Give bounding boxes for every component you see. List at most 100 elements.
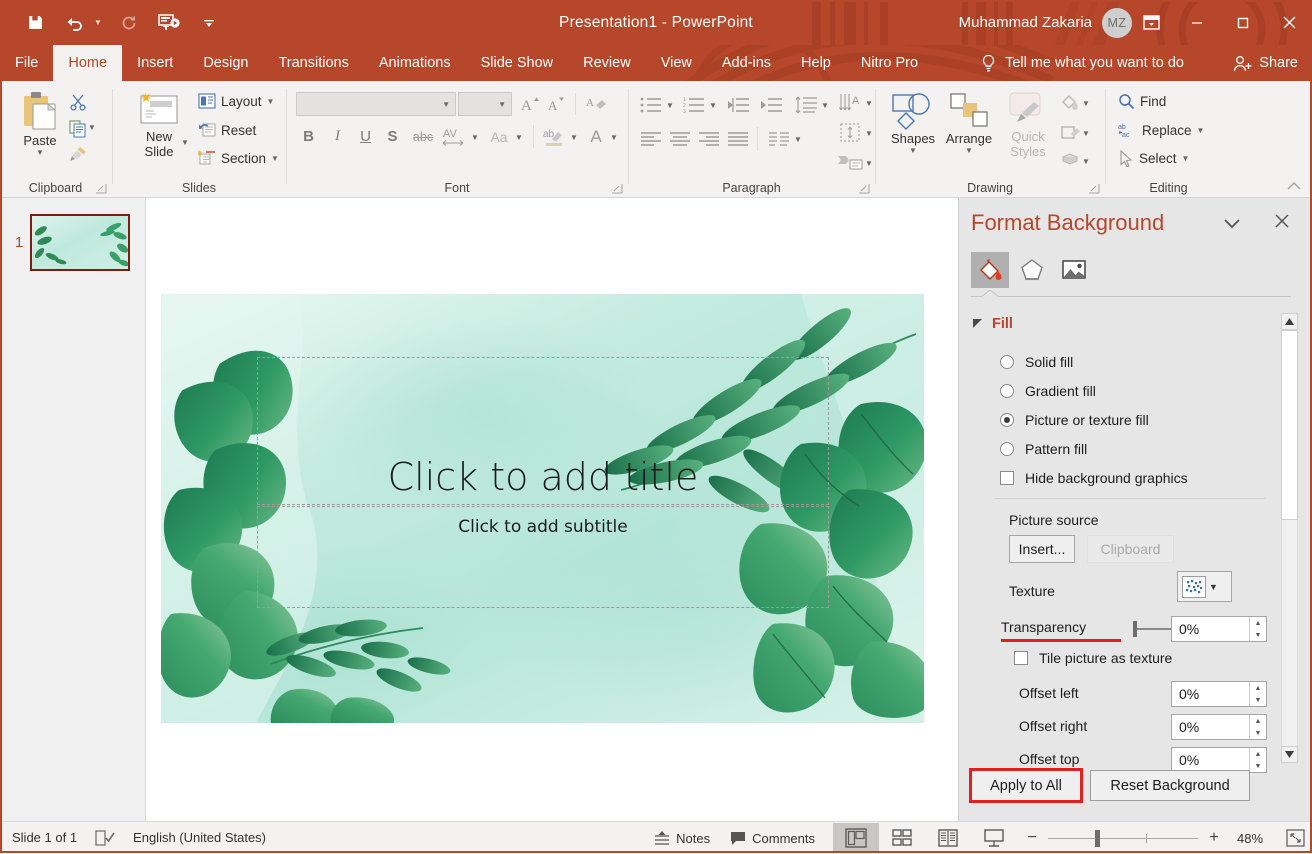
numbering-button[interactable]: 1 2 3	[680, 93, 708, 117]
font-dialog-launcher[interactable]	[611, 182, 623, 194]
picture-or-texture-fill-option[interactable]: Picture or texture fill	[1000, 412, 1149, 428]
zoom-slider[interactable]: − + 48%	[1017, 829, 1278, 847]
zoom-level-label[interactable]: 48%	[1230, 831, 1270, 846]
tab-design[interactable]: Design	[188, 45, 263, 81]
share-button[interactable]: Share	[1233, 45, 1298, 81]
tab-help[interactable]: Help	[786, 45, 846, 81]
solid-fill-option[interactable]: Solid fill	[1000, 354, 1073, 370]
change-case-button[interactable]: Aa	[484, 124, 514, 149]
zoom-slider-track[interactable]	[1048, 838, 1198, 839]
start-from-beginning-icon[interactable]	[156, 10, 182, 36]
new-slide-dropdown-caret[interactable]: ▼	[181, 138, 189, 147]
justify-button[interactable]	[724, 127, 752, 151]
align-text-caret[interactable]: ▼	[865, 129, 873, 138]
quick-styles-button[interactable]: Quick Styles	[1000, 91, 1056, 159]
text-highlight-caret[interactable]: ▼	[570, 133, 578, 142]
hide-background-graphics-checkbox[interactable]	[1000, 471, 1014, 485]
pane-scroll-down-button[interactable]	[1281, 746, 1298, 763]
zoom-in-button[interactable]: +	[1207, 829, 1221, 847]
undo-icon[interactable]	[62, 10, 88, 36]
layout-caret[interactable]: ▼	[267, 97, 275, 106]
language-label[interactable]: English (United States)	[133, 830, 266, 845]
change-case-caret[interactable]: ▼	[515, 133, 523, 142]
text-shadow-button[interactable]: S	[380, 124, 405, 149]
convert-to-smartart-button[interactable]	[835, 151, 865, 175]
smartart-caret[interactable]: ▼	[865, 159, 873, 168]
redo-icon[interactable]	[116, 10, 142, 36]
ribbon-display-options-icon[interactable]	[1128, 0, 1174, 45]
zoom-slider-handle[interactable]	[1095, 830, 1100, 847]
format-painter-button[interactable]	[66, 143, 90, 165]
strikethrough-button[interactable]: abc	[407, 124, 439, 149]
numbering-caret[interactable]: ▼	[709, 101, 717, 110]
fit-to-window-button[interactable]	[1278, 823, 1312, 853]
transparency-spinner[interactable]: 0% ▲ ▼	[1171, 616, 1267, 642]
comments-button[interactable]: Comments	[720, 822, 825, 854]
transparency-spinner-arrows[interactable]: ▲ ▼	[1249, 617, 1266, 641]
offset-left-spinner[interactable]: 0% ▲▼	[1171, 681, 1267, 707]
accessibility-checker-icon[interactable]	[95, 829, 115, 847]
tab-slide-show[interactable]: Slide Show	[466, 45, 569, 81]
font-size-combobox[interactable]: ▼	[458, 92, 512, 116]
collapse-ribbon-button[interactable]	[1286, 179, 1302, 193]
character-spacing-caret[interactable]: ▼	[471, 133, 479, 142]
pane-scrollbar-thumb[interactable]	[1281, 330, 1298, 520]
paste-dropdown-caret[interactable]: ▼	[36, 148, 44, 157]
columns-caret[interactable]: ▼	[794, 135, 802, 144]
tab-add-ins[interactable]: Add-ins	[707, 45, 786, 81]
tab-transitions[interactable]: Transitions	[263, 45, 363, 81]
subtitle-placeholder-text[interactable]: Click to add subtitle	[257, 506, 829, 548]
thumbnail-item[interactable]: 1	[8, 212, 140, 272]
reset-button[interactable]: Reset	[198, 122, 256, 138]
fill-tab[interactable]	[971, 252, 1009, 288]
offset-right-spinner[interactable]: 0% ▲▼	[1171, 714, 1267, 740]
slide-count-label[interactable]: Slide 1 of 1	[12, 830, 77, 845]
line-spacing-button[interactable]	[792, 93, 820, 117]
bullets-caret[interactable]: ▼	[666, 101, 674, 110]
shape-effects-caret[interactable]: ▼	[1082, 157, 1090, 166]
line-spacing-caret[interactable]: ▼	[821, 101, 829, 110]
close-icon[interactable]	[1266, 0, 1312, 45]
slide-show-view-button[interactable]	[971, 823, 1017, 853]
arrange-button[interactable]: Arrange ▼	[940, 91, 998, 155]
font-color-button[interactable]: A	[583, 124, 609, 149]
slide-sorter-view-button[interactable]	[879, 823, 925, 853]
normal-view-button[interactable]	[833, 823, 879, 853]
shape-outline-caret[interactable]: ▼	[1082, 129, 1090, 138]
tab-insert[interactable]: Insert	[122, 45, 188, 81]
font-size-caret[interactable]: ▼	[498, 100, 506, 109]
replace-caret[interactable]: ▼	[1197, 126, 1205, 135]
thumbnail-preview[interactable]	[30, 214, 130, 271]
pane-close-icon[interactable]	[1274, 212, 1290, 235]
font-color-caret[interactable]: ▼	[610, 133, 618, 142]
title-placeholder-text[interactable]: Click to add title	[257, 357, 829, 505]
reset-background-button[interactable]: Reset Background	[1090, 770, 1250, 801]
shapes-button[interactable]: Shapes ▼	[887, 91, 939, 155]
align-text-button[interactable]	[837, 121, 865, 145]
drawing-dialog-launcher[interactable]	[1088, 182, 1100, 194]
offset-top-spinner-arrows[interactable]: ▲▼	[1249, 748, 1266, 772]
picture-or-texture-fill-radio[interactable]	[1000, 413, 1014, 427]
slide-canvas[interactable]: Click to add title Click to add subtitle	[161, 294, 924, 723]
shape-fill-button[interactable]	[1058, 91, 1082, 113]
offset-left-spinner-arrows[interactable]: ▲▼	[1249, 682, 1266, 706]
copy-dropdown-caret[interactable]: ▼	[88, 123, 96, 132]
clipboard-picture-button[interactable]: Clipboard	[1087, 535, 1174, 563]
gradient-fill-option[interactable]: Gradient fill	[1000, 383, 1096, 399]
new-slide-button[interactable]: New Slide	[128, 91, 190, 159]
clipboard-dialog-launcher[interactable]	[95, 182, 107, 194]
offset-right-spinner-arrows[interactable]: ▲▼	[1249, 715, 1266, 739]
pattern-fill-option[interactable]: Pattern fill	[1000, 441, 1087, 457]
clear-formatting-button[interactable]: A	[582, 91, 610, 117]
texture-picker[interactable]: ▼	[1177, 571, 1232, 602]
save-icon[interactable]	[22, 10, 48, 36]
text-direction-caret[interactable]: ▼	[865, 99, 873, 108]
tab-view[interactable]: View	[646, 45, 707, 81]
columns-button[interactable]	[765, 127, 793, 151]
customize-qat-icon[interactable]	[196, 10, 222, 36]
section-caret[interactable]: ▼	[271, 154, 279, 163]
pattern-fill-radio[interactable]	[1000, 442, 1014, 456]
tell-me-search[interactable]: Tell me what you want to do	[980, 45, 1184, 81]
font-name-combobox[interactable]: ▼	[296, 92, 456, 116]
effects-tab[interactable]	[1013, 252, 1051, 288]
